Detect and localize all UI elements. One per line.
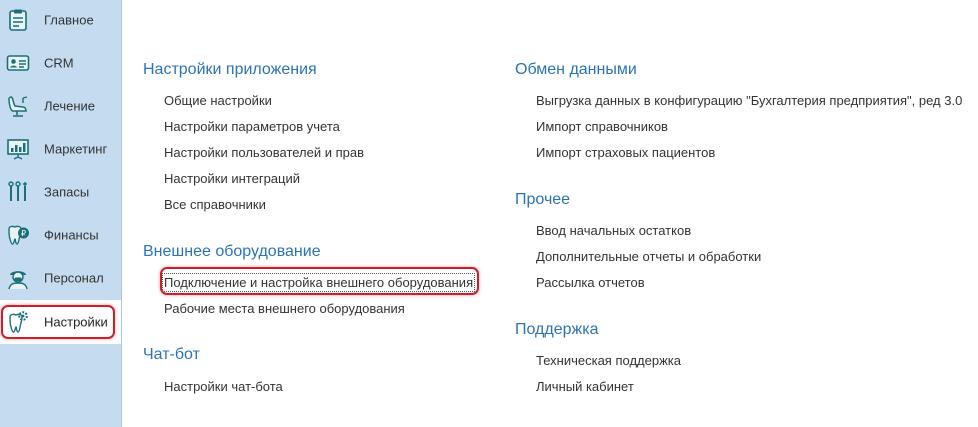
sidebar-item-stock[interactable]: Запасы <box>0 172 121 212</box>
link-personal-account[interactable]: Личный кабинет <box>536 379 634 394</box>
sidebar-item-marketing[interactable]: Маркетинг <box>0 129 121 169</box>
dental-chair-icon <box>8 96 28 117</box>
sidebar-item-label: Запасы <box>44 184 90 200</box>
sidebar-item-staff[interactable]: Персонал <box>0 258 121 298</box>
tooth-coin-icon: ₽ <box>8 225 29 245</box>
link-import-insured-patients[interactable]: Импорт страховых пациентов <box>536 145 715 160</box>
clipboard-icon <box>9 9 27 31</box>
presentation-chart-icon <box>7 139 29 160</box>
link-users-rights[interactable]: Настройки пользователей и прав <box>164 145 364 160</box>
section-title-chatbot: Чат-бот <box>143 346 200 363</box>
sidebar-item-label: Главное <box>44 12 94 28</box>
section-title-data-exchange: Обмен данными <box>515 61 637 78</box>
tooth-gear-icon <box>9 311 28 333</box>
sidebar: Главное CRM Лечение Маркетинг Запасы ₽ Ф… <box>0 0 122 427</box>
section-title-external-equipment: Внешнее оборудование <box>143 243 321 260</box>
contact-card-icon <box>6 55 30 71</box>
sidebar-item-label: Настройки <box>44 314 108 330</box>
sidebar-item-main[interactable]: Главное <box>0 0 121 40</box>
sidebar-item-label: Финансы <box>44 227 99 243</box>
link-accounting-params[interactable]: Настройки параметров учета <box>164 119 340 134</box>
sidebar-item-crm[interactable]: CRM <box>0 43 121 83</box>
section-title-app-settings: Настройки приложения <box>143 61 317 78</box>
link-all-catalogs[interactable]: Все справочники <box>164 197 266 212</box>
sidebar-item-finance[interactable]: ₽ Финансы <box>0 215 121 255</box>
link-chatbot-settings[interactable]: Настройки чат-бота <box>164 379 283 394</box>
settings-panel: Настройки приложения Общие настройки Нас… <box>122 0 978 427</box>
link-integrations[interactable]: Настройки интеграций <box>164 171 300 186</box>
section-title-support: Поддержка <box>515 321 599 338</box>
link-equipment-workplaces[interactable]: Рабочие места внешнего оборудования <box>164 301 405 316</box>
link-initial-balances[interactable]: Ввод начальных остатков <box>536 223 691 238</box>
link-tech-support[interactable]: Техническая поддержка <box>536 353 681 368</box>
link-general-settings[interactable]: Общие настройки <box>164 93 272 108</box>
link-export-accounting[interactable]: Выгрузка данных в конфигурацию "Бухгалте… <box>536 93 962 108</box>
sidebar-item-label: CRM <box>44 55 74 71</box>
sidebar-item-label: Персонал <box>44 270 104 286</box>
link-additional-reports[interactable]: Дополнительные отчеты и обработки <box>536 249 761 264</box>
sidebar-item-treatment[interactable]: Лечение <box>0 86 121 126</box>
doctor-icon <box>8 271 28 290</box>
link-import-catalogs[interactable]: Импорт справочников <box>536 119 668 134</box>
link-equipment-connection[interactable]: Подключение и настройка внешнего оборудо… <box>161 273 476 292</box>
svg-text:₽: ₽ <box>21 229 26 238</box>
link-report-mailing[interactable]: Рассылка отчетов <box>536 275 645 290</box>
dental-tools-icon <box>8 181 27 201</box>
section-title-other: Прочее <box>515 191 571 208</box>
sidebar-item-settings[interactable]: Настройки <box>0 300 121 344</box>
sidebar-item-label: Лечение <box>44 98 96 114</box>
sidebar-item-label: Маркетинг <box>44 141 108 157</box>
